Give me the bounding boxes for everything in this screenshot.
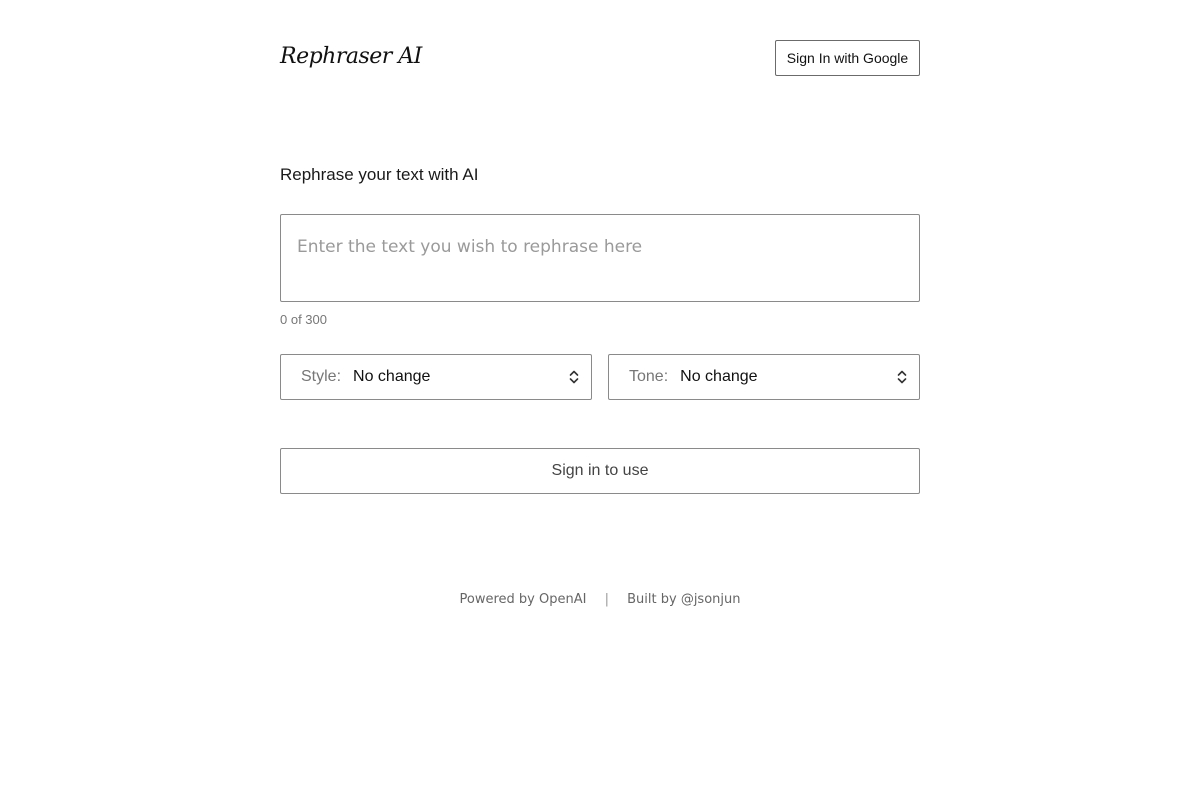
built-by-link[interactable]: Built by @jsonjun [627, 592, 740, 607]
style-select[interactable]: Style: No change [280, 354, 592, 400]
rephrase-text-input[interactable] [281, 215, 919, 301]
page-title: Rephrase your text with AI [280, 165, 479, 184]
style-select-label: Style: [301, 368, 342, 385]
tone-select-label: Tone: [629, 368, 669, 385]
app-logo[interactable]: Rephraser AI [280, 44, 422, 69]
style-select-value: No change [353, 368, 431, 385]
footer-separator: | [604, 592, 609, 607]
powered-by-openai-link[interactable]: Powered by OpenAI [460, 592, 587, 607]
tone-select-value: No change [680, 368, 758, 385]
chevron-up-down-icon [569, 370, 579, 384]
sign-in-to-use-button[interactable]: Sign in to use [280, 448, 920, 494]
text-input-box [280, 214, 920, 302]
sign-in-google-button[interactable]: Sign In with Google [775, 40, 920, 76]
character-counter: 0 of 300 [280, 312, 327, 327]
footer: Powered by OpenAI | Built by @jsonjun [280, 592, 920, 607]
chevron-up-down-icon [897, 370, 907, 384]
header: Rephraser AI Sign In with Google [280, 40, 920, 78]
tone-select[interactable]: Tone: No change [608, 354, 920, 400]
